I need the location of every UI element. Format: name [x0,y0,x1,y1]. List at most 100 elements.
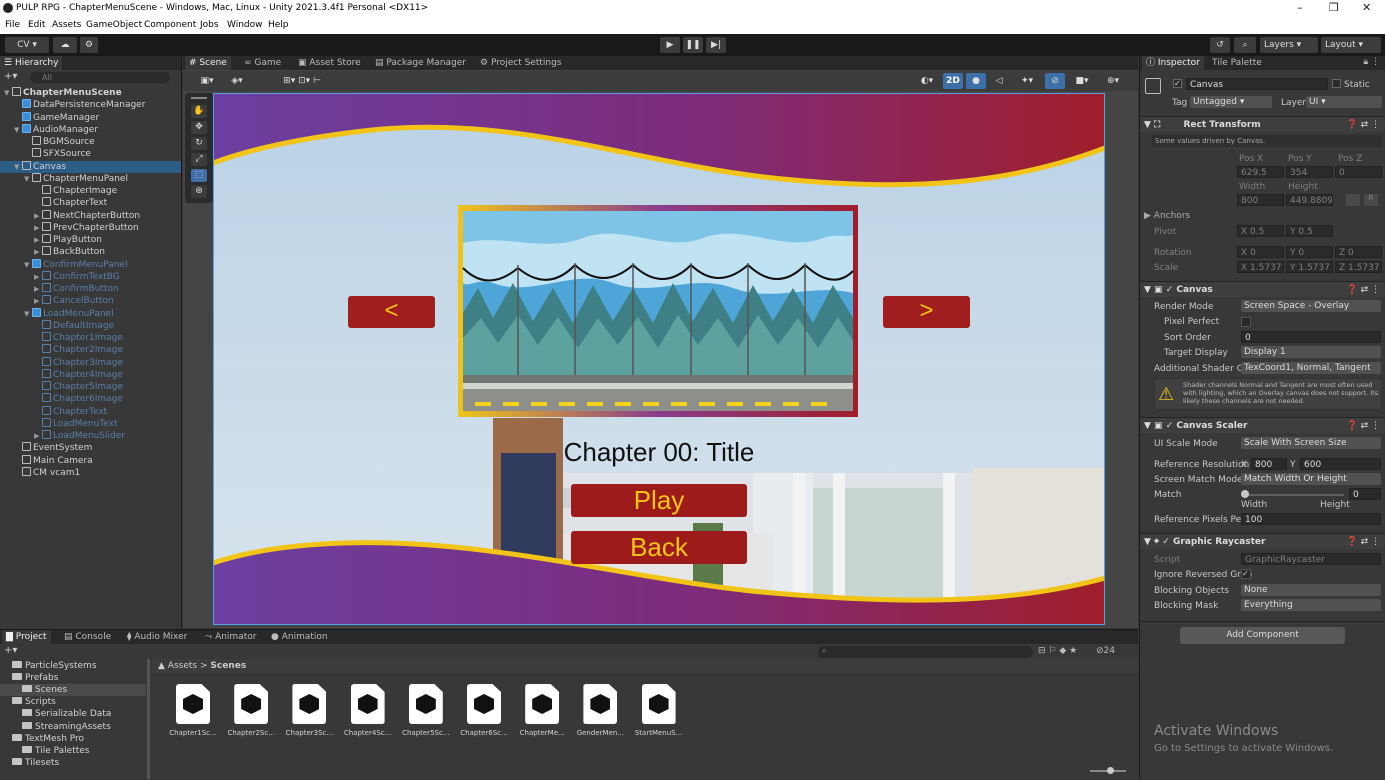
pause-button[interactable]: ❚❚ [683,37,703,53]
tag-dropdown[interactable]: Untagged ▾ [1190,96,1272,108]
scene-asset-tile[interactable]: ChapterMe... [514,684,570,737]
hierarchy-row[interactable]: Chapter5Image [0,381,181,393]
sort-order-field[interactable]: 0 [1241,331,1381,343]
folder-item[interactable]: Prefabs [12,672,58,684]
tab-game[interactable]: ∞ Game [240,56,285,70]
hierarchy-row[interactable]: Chapter6Image [0,393,181,405]
scale-y-field[interactable]: Y 1.5737 [1286,261,1333,273]
hierarchy-row[interactable]: ▼ AudioManager [0,123,181,136]
back-button-game[interactable]: Back [571,531,747,564]
hierarchy-row[interactable]: ▶ BackButton [0,246,181,258]
expand-arrow-icon[interactable]: ▼ [24,308,32,320]
tab-console[interactable]: ▤ Console [60,630,115,644]
folder-item[interactable]: Scenes [0,684,146,697]
gizmos-icon[interactable]: ⊕▾ [1099,73,1127,89]
pivot-y-field[interactable]: Y 0.5 [1286,225,1333,237]
canvas-scaler-menu-icon[interactable]: ❓ ⇄ ⋮ [1347,418,1380,434]
hierarchy-search-input[interactable]: All [30,72,170,83]
scale-z-field[interactable]: Z 1.5737 [1335,261,1382,273]
scene-asset-tile[interactable]: Chapter3Sc... [281,684,337,737]
tab-hierarchy[interactable]: ☰ Hierarchy [0,56,63,70]
canvas-scaler-header[interactable]: ▼ ▣ ✓ Canvas Scaler ❓ ⇄ ⋮ [1140,417,1385,433]
folder-item[interactable]: ParticleSystems [12,660,97,672]
layers-dropdown[interactable]: Layers ▾ [1260,37,1318,53]
history-icon[interactable]: ↺ [1210,37,1230,53]
hierarchy-row[interactable]: ▼ Canvas [0,160,181,173]
play-button-game[interactable]: Play [571,484,747,517]
scene-asset-tile[interactable]: GenderMen... [572,684,628,737]
blocking-mask-dropdown[interactable]: Everything [1241,599,1381,611]
hierarchy-row[interactable]: ▶ LoadMenuSlider [0,430,181,442]
add-component-button[interactable]: Add Component [1180,627,1345,644]
rotation-x-field[interactable]: X 0 [1237,246,1284,258]
mode-2d-button[interactable]: 2D [943,73,963,89]
height-field[interactable]: 449.8809 [1286,194,1333,206]
rect-transform-header[interactable]: ▼ ⛶ Rect Transform ❓ ⇄ ⋮ [1140,116,1385,132]
folder-item[interactable]: Serializable Data [22,708,111,720]
pos-z-field[interactable]: 0 [1335,166,1382,178]
palette-handle[interactable] [191,97,207,99]
expand-arrow-icon[interactable]: ▼ [14,124,22,136]
project-add-icon[interactable]: +▾ [4,645,17,656]
hierarchy-row[interactable]: CM vcam1 [0,466,181,479]
play-button[interactable]: ▶ [660,37,680,53]
scene-asset-tile[interactable]: StartMenuS... [631,684,687,737]
reference-y-field[interactable]: 600 [1300,458,1381,470]
menu-gameobject[interactable]: GameObject [86,20,142,30]
shader-channels-dropdown[interactable]: TexCoord1, Normal, Tangent [1241,362,1381,374]
filter-icons[interactable]: ⊟ ⚐ ◆ ★ [1038,646,1077,656]
tab-tile-palette[interactable]: Tile Palette [1208,56,1266,70]
project-search-input[interactable]: ⌕ [818,646,1033,658]
tab-project-settings[interactable]: ⚙ Project Settings [476,56,566,70]
ui-scale-mode-dropdown[interactable]: Scale With Screen Size [1241,437,1381,449]
width-field[interactable]: 800 [1237,194,1284,206]
raw-edit-icon[interactable]: R [1364,194,1378,206]
canvas-component-header[interactable]: ▼ ▣ ✓ Canvas ❓ ⇄ ⋮ [1140,281,1385,297]
pivot-x-field[interactable]: X 0.5 [1237,225,1284,237]
hierarchy-row[interactable]: ▶ PlayButton [0,234,181,246]
hierarchy-row[interactable]: GameManager [0,111,181,124]
active-checkbox[interactable]: ✓ [1173,79,1182,88]
anchors-label[interactable]: ▶ Anchors [1144,211,1190,221]
expand-arrow-icon[interactable]: ▼ [4,87,12,99]
hierarchy-row[interactable]: ▶ ConfirmTextBG [0,270,181,283]
hierarchy-row[interactable]: BGMSource [0,136,181,148]
scene-asset-tile[interactable]: Chapter6Sc... [456,684,512,737]
hierarchy-row[interactable]: ▶ NextChapterButton [0,209,181,222]
reference-x-field[interactable]: 800 [1251,458,1287,470]
menu-window[interactable]: Window [227,20,263,30]
folder-scrollbar[interactable] [147,659,150,779]
hierarchy-row[interactable]: Chapter3Image [0,356,181,369]
tab-package-manager[interactable]: ▤ Package Manager [371,56,470,70]
scene-asset-tile[interactable]: Chapter4Sc... [340,684,396,737]
layer-dropdown[interactable]: UI ▾ [1306,96,1382,108]
blueprint-icon[interactable] [1346,194,1360,206]
expand-arrow-icon[interactable]: ▼ [24,173,32,185]
screen-match-mode-dropdown[interactable]: Match Width Or Height [1241,473,1381,485]
ref-pixels-field[interactable]: 100 [1241,513,1381,525]
tab-inspector[interactable]: ⓘ Inspector [1142,56,1204,70]
render-mode-dropdown[interactable]: Screen Space - Overlay [1241,300,1381,312]
visibility-icon[interactable]: ⊘ [1045,73,1065,89]
hierarchy-row[interactable]: ▶ CancelButton [0,295,181,307]
rotation-z-field[interactable]: Z 0 [1335,246,1382,258]
expand-arrow-icon[interactable]: ▶ [34,210,42,222]
account-button[interactable]: CV ▾ [5,37,49,53]
hierarchy-row[interactable]: ChapterText [0,197,181,209]
camera-icon[interactable]: ■▾ [1068,73,1096,89]
effects-icon[interactable]: ✦▾ [1012,73,1042,89]
graphic-raycaster-header[interactable]: ▼ ⌖ ✓ Graphic Raycaster ❓ ⇄ ⋮ [1140,533,1385,549]
pos-y-field[interactable]: 354 [1286,166,1333,178]
hierarchy-row[interactable]: ▶ PrevChapterButton [0,221,181,234]
scene-viewport[interactable]: < > Chapter 00: Title Play Back [213,93,1105,625]
tab-project[interactable]: ▇ Project [2,630,51,644]
hierarchy-row[interactable]: ▶ ConfirmButton [0,283,181,295]
add-icon[interactable]: +▾ [4,71,17,82]
breadcrumb-assets[interactable]: Assets [168,661,197,671]
transform-tool-icon[interactable]: ⊛ [191,185,207,198]
pos-x-field[interactable]: 629.5 [1237,166,1284,178]
cloud-icon[interactable]: ☁ [53,37,77,53]
match-slider-track[interactable] [1244,494,1344,496]
target-display-dropdown[interactable]: Display 1 [1241,346,1381,358]
menu-assets[interactable]: Assets [52,20,81,30]
